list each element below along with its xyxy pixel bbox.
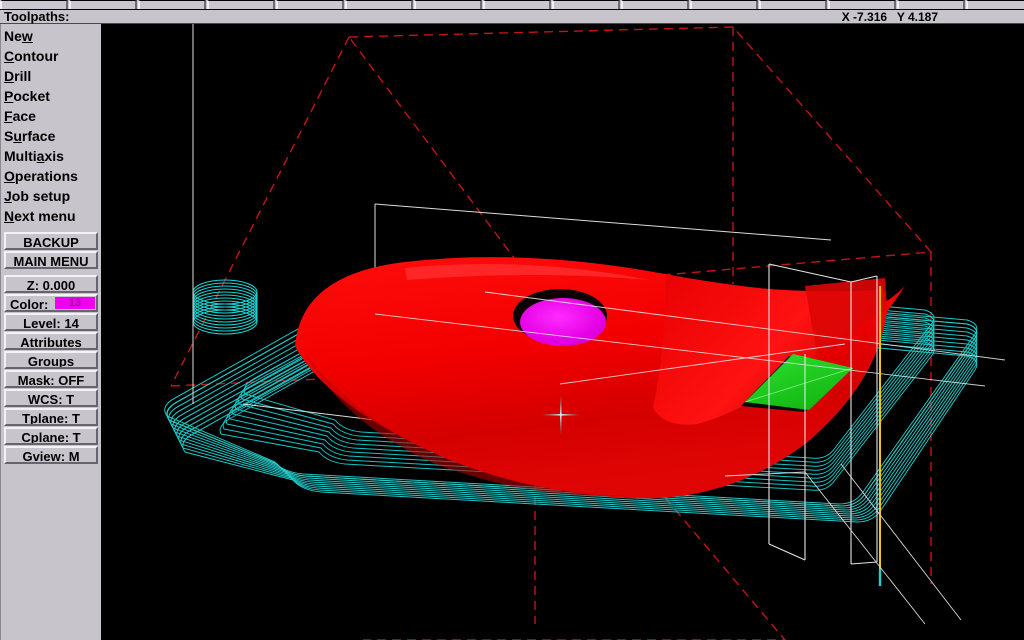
menu-mnemonic: P <box>4 88 14 104</box>
top-toolbar <box>0 0 1024 10</box>
menu-item-surface[interactable]: Surface <box>1 126 101 146</box>
toolbar-button[interactable] <box>276 0 344 9</box>
menu-mnemonic: J <box>4 188 12 204</box>
menu-label-post: ace <box>12 108 36 124</box>
toolpath-3d-scene <box>105 24 1024 640</box>
toolbar-button[interactable] <box>69 0 137 9</box>
toolpaths-menu: New Contour Drill Pocket Face Surface Mu… <box>1 24 101 226</box>
menu-item-contour[interactable]: Contour <box>1 46 101 66</box>
menu-label-pre: Ne <box>4 28 22 44</box>
status-color-label: Color: <box>10 297 49 312</box>
menu-label-post: rill <box>14 68 32 84</box>
menu-label-post: rface <box>21 128 56 144</box>
menu-item-next-menu[interactable]: Next menu <box>1 206 101 226</box>
status-mask[interactable]: Mask: OFF <box>4 370 98 388</box>
menu-item-job-setup[interactable]: Job setup <box>1 186 101 206</box>
toolbar-button[interactable] <box>759 0 827 9</box>
toolbar-button[interactable] <box>138 0 206 9</box>
menu-mnemonic: C <box>4 48 15 64</box>
status-gview[interactable]: Gview: M <box>4 446 98 464</box>
toolbar-button[interactable] <box>345 0 413 9</box>
hole-fill-magenta <box>520 298 606 346</box>
toolbar-button[interactable] <box>552 0 620 9</box>
menu-label-post: xis <box>44 148 64 164</box>
toolbar-button[interactable] <box>690 0 758 9</box>
menu-mnemonic: O <box>4 168 15 184</box>
menu-label-post: ext menu <box>14 208 76 224</box>
menu-label-post: ocket <box>13 88 50 104</box>
page-title: Toolpaths: <box>4 9 70 24</box>
menu-item-drill[interactable]: Drill <box>1 66 101 86</box>
toolbar-button[interactable] <box>966 0 1024 9</box>
status-level[interactable]: Level: 14 <box>4 313 98 331</box>
toolbar-button[interactable] <box>897 0 965 9</box>
toolbar-button[interactable] <box>483 0 551 9</box>
coordinate-readout: X -7.316 Y 4.187 <box>841 10 938 24</box>
menu-item-multiaxis[interactable]: Multiaxis <box>1 146 101 166</box>
graphics-viewport[interactable] <box>105 24 1024 640</box>
toolbar-button[interactable] <box>621 0 689 9</box>
toolbar-button[interactable] <box>414 0 482 9</box>
menu-label-post: ontour <box>14 48 59 64</box>
main-menu-button[interactable]: MAIN MENU <box>4 251 98 269</box>
menu-mnemonic: u <box>13 128 22 144</box>
status-cplane[interactable]: Cplane: T <box>4 427 98 445</box>
status-attributes[interactable]: Attributes <box>4 332 98 350</box>
sidebar: New Contour Drill Pocket Face Surface Mu… <box>0 24 103 640</box>
title-bar: Toolpaths: X -7.316 Y 4.187 <box>0 9 1024 24</box>
toolbar-button[interactable] <box>207 0 275 9</box>
status-groups[interactable]: Groups <box>4 351 98 369</box>
menu-item-new[interactable]: New <box>1 26 101 46</box>
menu-mnemonic: N <box>4 208 15 224</box>
application-window: Toolpaths: X -7.316 Y 4.187 New Contour … <box>0 0 1024 640</box>
status-tplane[interactable]: Tplane: T <box>4 408 98 426</box>
menu-mnemonic: F <box>4 108 13 124</box>
color-swatch[interactable]: 13 <box>55 297 95 309</box>
menu-item-face[interactable]: Face <box>1 106 101 126</box>
menu-label-pre: S <box>4 128 14 144</box>
menu-item-pocket[interactable]: Pocket <box>1 86 101 106</box>
status-wcs[interactable]: WCS: T <box>4 389 98 407</box>
cursor-vertical <box>560 395 562 435</box>
status-panel: Z: 0.000 Color: 13 Level: 14 Attributes … <box>1 275 101 464</box>
menu-item-operations[interactable]: Operations <box>1 166 101 186</box>
toolbar-button[interactable] <box>828 0 896 9</box>
backup-button[interactable]: BACKUP <box>4 232 98 250</box>
menu-mnemonic: D <box>4 68 15 84</box>
menu-label-pre: Multi <box>4 148 37 164</box>
menu-mnemonic: w <box>21 28 33 44</box>
menu-label-post: ob setup <box>11 188 71 204</box>
status-z[interactable]: Z: 0.000 <box>4 275 98 293</box>
status-color[interactable]: Color: 13 <box>4 294 98 312</box>
menu-label-post: perations <box>14 168 78 184</box>
